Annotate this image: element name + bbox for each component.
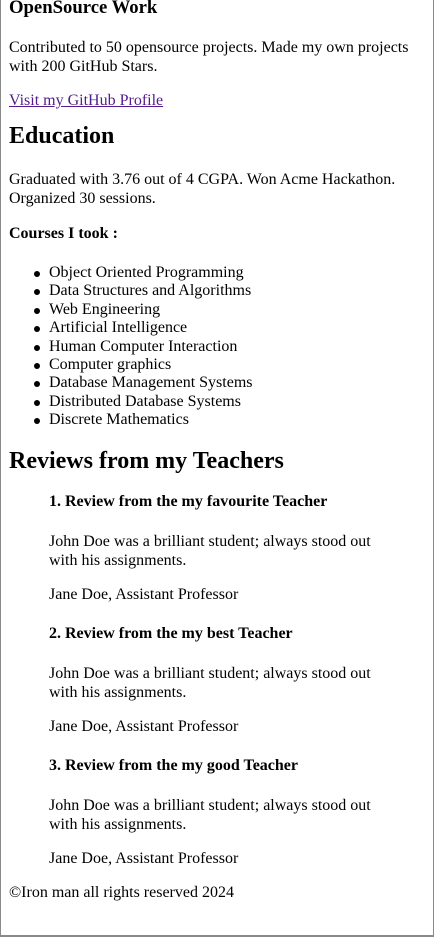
github-link-paragraph: Visit my GitHub Profile <box>9 91 422 110</box>
education-description: Graduated with 3.76 out of 4 CGPA. Won A… <box>9 171 396 207</box>
courses-label: Courses I took : <box>9 225 118 242</box>
reviews-heading: Reviews from my Teachers <box>9 447 284 474</box>
review-title: 3. Review from the my good Teacher <box>49 756 298 774</box>
review-author: Jane Doe, Assistant Professor <box>49 849 239 867</box>
review-text: John Doe was a brilliant student; always… <box>49 532 371 569</box>
course-item: Computer graphics <box>34 356 422 374</box>
review-title: 1. Review from the my favourite Teacher <box>49 492 328 510</box>
course-item: Distributed Database Systems <box>34 393 422 411</box>
review-item: 2. Review from the my best Teacher John … <box>49 624 382 736</box>
course-item: Object Oriented Programming <box>34 264 422 282</box>
footer-copyright: ©Iron man all rights reserved 2024 <box>9 883 234 901</box>
opensource-description: Contributed to 50 opensource projects. M… <box>9 39 409 75</box>
course-item: Human Computer Interaction <box>34 338 422 356</box>
course-item: Data Structures and Algorithms <box>34 282 422 300</box>
review-text: John Doe was a brilliant student; always… <box>49 664 371 701</box>
course-item: Database Management Systems <box>34 374 422 392</box>
review-text: John Doe was a brilliant student; always… <box>49 796 371 833</box>
review-author: Jane Doe, Assistant Professor <box>49 585 239 603</box>
review-author: Jane Doe, Assistant Professor <box>49 717 239 735</box>
courses-list: Object Oriented Programming Data Structu… <box>9 264 422 430</box>
education-heading: Education <box>9 123 115 149</box>
github-profile-link[interactable]: Visit my GitHub Profile <box>9 92 163 109</box>
review-title: 2. Review from the my best Teacher <box>49 624 293 642</box>
course-item: Web Engineering <box>34 301 422 319</box>
review-item: 3. Review from the my good Teacher John … <box>49 756 382 868</box>
course-item: Discrete Mathematics <box>34 411 422 429</box>
review-item: 1. Review from the my favourite Teacher … <box>49 492 382 604</box>
page-content: OpenSource Work Contributed to 50 openso… <box>0 0 434 902</box>
course-item: Artificial Intelligence <box>34 319 422 337</box>
opensource-heading: OpenSource Work <box>9 0 158 18</box>
